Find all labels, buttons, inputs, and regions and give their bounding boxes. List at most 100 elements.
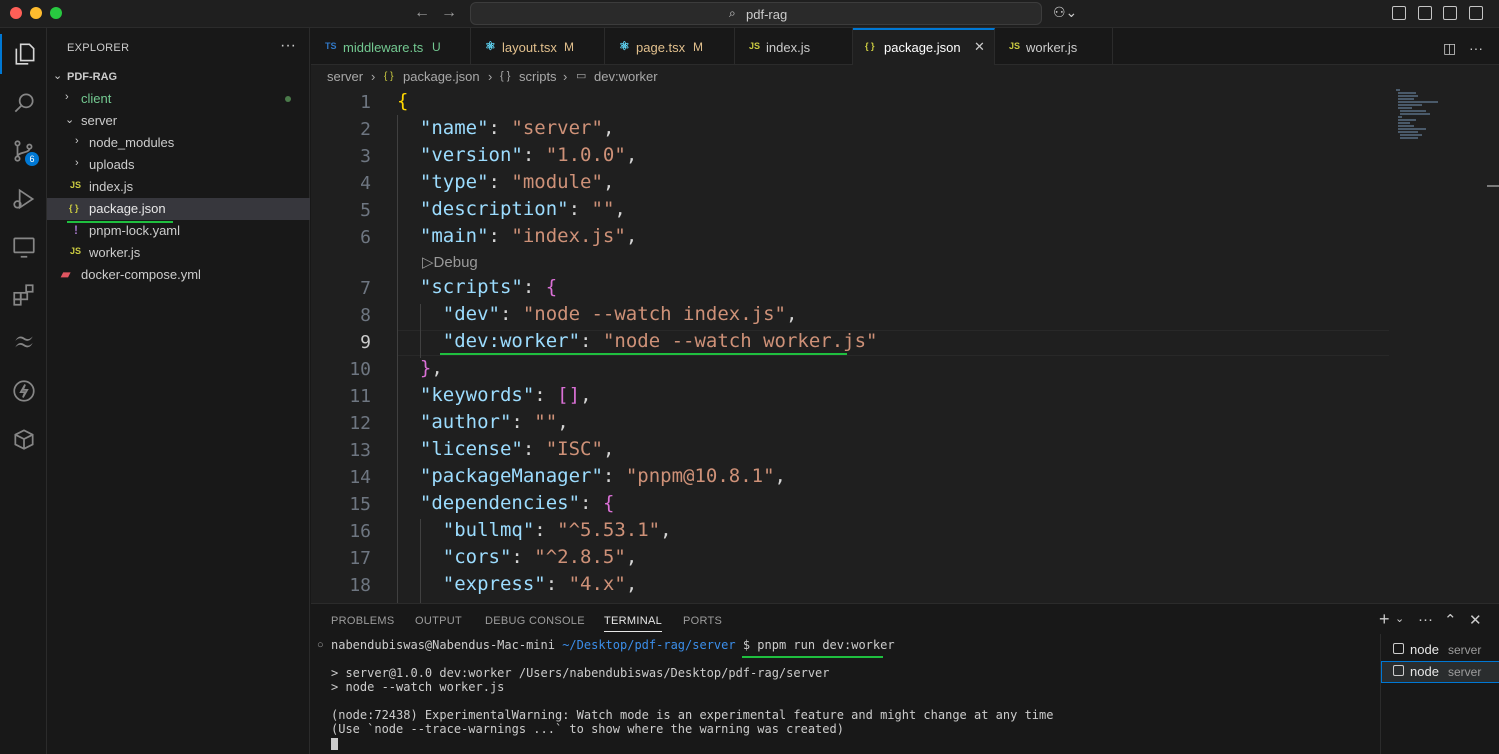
js-file-icon: JS xyxy=(70,246,82,256)
tab-worker-js[interactable]: JS worker.js xyxy=(995,28,1113,64)
code-line: "dev": "node --watch index.js", xyxy=(442,303,798,325)
more-actions-icon[interactable]: ··· xyxy=(1418,611,1433,628)
scrollbar[interactable] xyxy=(1487,185,1499,187)
line-number: 12 xyxy=(349,413,371,434)
tab-middleware-ts[interactable]: TS middleware.ts U xyxy=(311,28,471,64)
maximize-panel-icon[interactable]: ⌃ xyxy=(1444,611,1457,629)
explorer-icon[interactable] xyxy=(0,34,47,74)
tab-output[interactable]: OUTPUT xyxy=(415,615,462,627)
js-file-icon: JS xyxy=(749,41,761,51)
forward-arrow-icon[interactable]: → xyxy=(441,4,457,22)
terminal-list: node server node server xyxy=(1380,634,1499,754)
title-bar: ← → ⌕ pdf-rag ⚇⌄ xyxy=(0,0,1499,28)
close-panel-icon[interactable]: ✕ xyxy=(1469,611,1482,629)
line-number: 7 xyxy=(360,278,371,299)
code-line: "main": "index.js", xyxy=(419,225,638,247)
close-tab-icon[interactable]: ✕ xyxy=(974,39,985,55)
line-number: 17 xyxy=(349,548,371,569)
terminal-instance[interactable]: node server xyxy=(1381,661,1499,683)
json-file-icon: { } xyxy=(69,203,79,213)
tab-terminal[interactable]: TERMINAL xyxy=(604,615,663,632)
tree-item-client[interactable]: › client xyxy=(47,88,310,110)
line-number: 10 xyxy=(349,359,371,380)
database-icon[interactable] xyxy=(0,419,47,459)
run-debug-icon[interactable] xyxy=(0,179,47,219)
tree-item-pnpm-lock[interactable]: ! pnpm-lock.yaml xyxy=(47,220,310,242)
breadcrumb-item[interactable]: dev:worker xyxy=(594,69,658,84)
code-line: "author": "", xyxy=(419,411,569,433)
terminal-instance[interactable]: node server xyxy=(1381,639,1499,661)
chevron-down-icon: ⌄ xyxy=(65,114,75,126)
code-line: "keywords": [], xyxy=(419,384,592,406)
line-number: 13 xyxy=(349,440,371,461)
yaml-file-icon: ! xyxy=(74,223,78,237)
tab-problems[interactable]: PROBLEMS xyxy=(331,615,395,627)
tree-item-worker-js[interactable]: JS worker.js xyxy=(47,242,310,264)
tab-ports[interactable]: PORTS xyxy=(683,615,722,627)
toggle-panel-icon[interactable] xyxy=(1443,6,1457,20)
chevron-down-icon[interactable]: ⌄ xyxy=(1395,612,1404,625)
tree-item-node-modules[interactable]: › node_modules xyxy=(47,132,310,154)
line-number: 14 xyxy=(349,467,371,488)
code-line: "name": "server", xyxy=(419,117,615,139)
more-actions-icon[interactable]: ··· xyxy=(280,37,296,55)
breadcrumb-item[interactable]: package.json xyxy=(403,69,480,84)
terminal-output-line: (node:72438) ExperimentalWarning: Watch … xyxy=(331,708,1054,722)
tab-package-json[interactable]: { } package.json ✕ xyxy=(853,28,995,65)
tab-index-js[interactable]: JS index.js xyxy=(735,28,853,64)
chevron-right-icon: › xyxy=(488,69,493,84)
code-editor[interactable]: 1 2 3 4 5 6 7 8 9 10 11 12 13 14 15 16 1… xyxy=(311,89,1499,603)
debug-codelens[interactable]: ▷Debug xyxy=(422,253,478,271)
back-arrow-icon[interactable]: ← xyxy=(414,4,430,22)
annotation-underline xyxy=(440,353,847,355)
line-number: 15 xyxy=(349,494,371,515)
search-icon: ⌕ xyxy=(729,6,736,20)
code-line: "bullmq": "^5.53.1", xyxy=(442,519,672,541)
tree-item-docker-compose[interactable]: ▰ docker-compose.yml xyxy=(47,264,310,286)
tree-item-server[interactable]: ⌄ server xyxy=(47,110,310,132)
editor-tab-bar: TS middleware.ts U ⚛ layout.tsx M ⚛ page… xyxy=(311,28,1499,65)
search-label: pdf-rag xyxy=(746,7,788,22)
code-line: "express": "4.x", xyxy=(442,573,638,595)
chevron-right-icon: › xyxy=(75,157,79,169)
explorer-root-folder[interactable]: ⌄ PDF-RAG xyxy=(47,66,310,88)
search-icon[interactable] xyxy=(0,83,47,123)
line-number: 8 xyxy=(360,305,371,326)
line-number: 16 xyxy=(349,521,371,542)
thunder-client-icon[interactable] xyxy=(0,371,47,411)
command-center-search[interactable]: ⌕ pdf-rag xyxy=(470,2,1042,25)
new-terminal-icon[interactable]: + xyxy=(1379,609,1390,630)
tab-debug-console[interactable]: DEBUG CONSOLE xyxy=(485,615,585,627)
more-actions-icon[interactable]: ··· xyxy=(1469,40,1483,56)
tab-page-tsx[interactable]: ⚛ page.tsx M xyxy=(605,28,735,64)
breadcrumb-item[interactable]: scripts xyxy=(519,69,557,84)
tree-item-index-js[interactable]: JS index.js xyxy=(47,176,310,198)
tree-item-uploads[interactable]: › uploads xyxy=(47,154,310,176)
minimap[interactable] xyxy=(1396,89,1476,149)
tab-layout-tsx[interactable]: ⚛ layout.tsx M xyxy=(471,28,605,64)
bottom-panel: PROBLEMS OUTPUT DEBUG CONSOLE TERMINAL P… xyxy=(311,603,1499,754)
source-control-badge: 6 xyxy=(25,152,39,166)
breadcrumb-item[interactable]: server xyxy=(327,69,363,84)
minimize-window-button[interactable] xyxy=(30,7,42,19)
remote-explorer-icon[interactable] xyxy=(0,227,47,267)
close-window-button[interactable] xyxy=(10,7,22,19)
code-line: "description": "", xyxy=(419,198,626,220)
command-decoration-icon: ○ xyxy=(317,639,324,651)
tree-item-package-json[interactable]: { } package.json xyxy=(47,198,310,220)
source-control-icon[interactable]: 6 xyxy=(0,131,47,171)
copilot-icon[interactable]: ⚇⌄ xyxy=(1053,4,1077,21)
toggle-panel-left-icon[interactable] xyxy=(1418,6,1432,20)
split-editor-icon[interactable]: ◫ xyxy=(1443,40,1456,57)
terminal-icon xyxy=(1393,643,1404,654)
toggle-primary-sidebar-icon[interactable] xyxy=(1392,6,1406,20)
toggle-secondary-sidebar-icon[interactable] xyxy=(1469,6,1483,20)
line-number: 3 xyxy=(360,146,371,167)
code-line: }, xyxy=(419,357,443,379)
code-line: "packageManager": "pnpm@10.8.1", xyxy=(419,465,786,487)
tailwind-icon[interactable] xyxy=(0,323,47,363)
js-file-icon: JS xyxy=(70,180,82,190)
maximize-window-button[interactable] xyxy=(50,7,62,19)
extensions-icon[interactable] xyxy=(0,275,47,315)
code-line: "version": "1.0.0", xyxy=(419,144,638,166)
